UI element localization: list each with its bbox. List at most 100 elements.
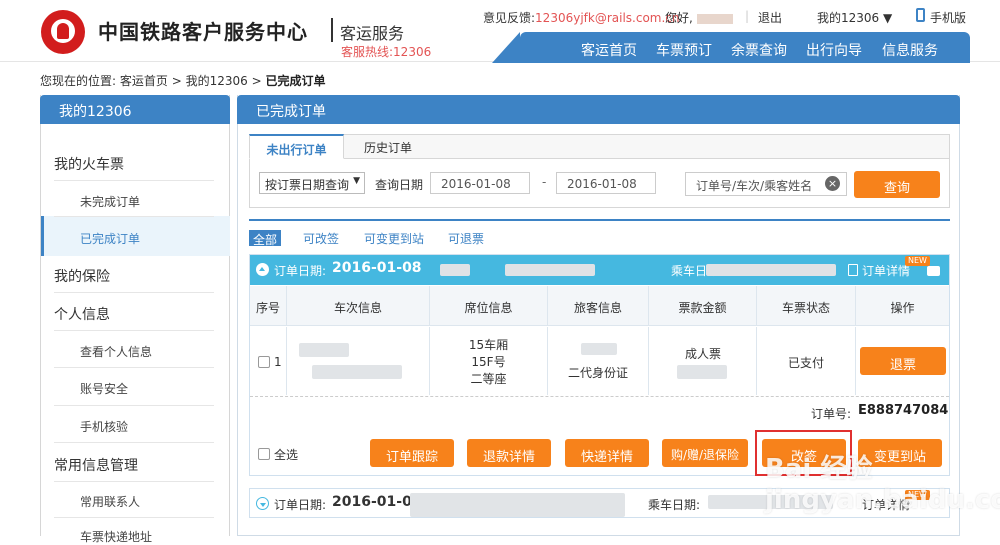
dashed-divider (250, 396, 949, 397)
greeting-label: 您好, (665, 11, 693, 25)
username-blurred (696, 13, 733, 24)
order-tracking-button[interactable]: 订单跟踪 (370, 439, 454, 467)
brand-title: 中国铁路客户服务中心 (98, 20, 308, 44)
new-badge: NEW (905, 256, 930, 266)
breadcrumb-home[interactable]: 客运首页 (120, 74, 168, 88)
collapse-icon[interactable] (256, 263, 269, 276)
seat-info-cell: 15车厢 15F号 二等座 (430, 327, 548, 395)
seat-car: 15车厢 (468, 338, 509, 352)
blurred-text (677, 365, 727, 379)
sidebar: 我的12306 我的火车票 未完成订单 已完成订单 我的保险 个人信息 查看个人… (40, 95, 230, 544)
nav-ticket-query[interactable]: 余票查询 (731, 40, 787, 60)
order-no: E888747084 (858, 403, 949, 418)
end-date-input[interactable]: 2016-01-08 (556, 172, 656, 194)
passenger-id-type: 二代身份证 (567, 366, 628, 380)
order-detail-link[interactable]: 订单详情 (862, 262, 910, 279)
logout-link[interactable]: 退出 (758, 9, 782, 26)
query-type-value: 按订票日期查询 (265, 178, 350, 192)
breadcrumb-current: 已完成订单 (265, 74, 326, 88)
order2-date: 2016-01-0 (332, 494, 412, 510)
main-nav: 客运首页 车票预订 余票查询 出行向导 信息服务 (492, 32, 970, 63)
sidebar-item-view-profile[interactable]: 查看个人信息 (80, 343, 152, 360)
filter-change-station[interactable]: 可变更到站 (364, 230, 424, 247)
order-tabs: 未出行订单 历史订单 (249, 134, 950, 159)
watermark: Bai 经验 jingyan.baidu.com (765, 454, 1000, 515)
order-header: 订单日期: 2016-01-08 乘车日期: 订单详情 NEW (250, 255, 949, 285)
table-row-index: 1 (250, 327, 287, 395)
start-date-input[interactable]: 2016-01-08 (430, 172, 530, 194)
breadcrumb-prefix: 您现在的位置: (40, 74, 117, 88)
blurred-text (706, 264, 836, 276)
blurred-text (505, 264, 595, 276)
row-checkbox[interactable] (258, 356, 270, 368)
nav-booking[interactable]: 车票预订 (656, 40, 712, 60)
sidebar-item-account-security[interactable]: 账号安全 (80, 380, 128, 397)
train-info-cell (287, 327, 430, 395)
sidebar-item-contacts[interactable]: 常用联系人 (80, 493, 140, 510)
railway-logo-icon[interactable] (41, 10, 85, 54)
main-title: 已完成订单 (237, 95, 960, 124)
breadcrumb-sep: > (251, 74, 262, 88)
order-date: 2016-01-08 (332, 260, 422, 276)
document-icon (848, 264, 858, 276)
search-input[interactable]: 订单号/车次/乘客姓名 × (685, 172, 847, 196)
seat-number: 15F号 (471, 355, 506, 369)
sidebar-cat-tickets[interactable]: 我的火车票 (54, 154, 124, 174)
sidebar-item-unfinished-orders[interactable]: 未完成订单 (80, 193, 140, 210)
top-divider: | (745, 9, 750, 23)
passenger-cell: 二代身份证 (548, 327, 649, 395)
breadcrumb: 您现在的位置: 客运首页 > 我的12306 > 已完成订单 (40, 72, 326, 89)
select-all-checkbox[interactable] (258, 448, 270, 460)
refund-detail-button[interactable]: 退款详情 (467, 439, 551, 467)
date-range-dash: - (542, 175, 547, 189)
breadcrumb-my12306[interactable]: 我的12306 (186, 74, 248, 88)
sidebar-item-delivery-address[interactable]: 车票快递地址 (80, 528, 152, 545)
action-cell: 退票 (856, 327, 949, 395)
order2-date-label: 订单日期: (274, 498, 327, 512)
sidebar-item-completed-orders[interactable]: 已完成订单 (80, 230, 140, 247)
filter-refundable[interactable]: 可退票 (448, 230, 484, 247)
col-seat-info: 席位信息 (430, 286, 548, 326)
sidebar-cat-personal-info[interactable]: 个人信息 (54, 304, 110, 324)
row-number: 1 (274, 355, 282, 369)
nav-info-service[interactable]: 信息服务 (882, 40, 938, 60)
feedback-email-link[interactable]: 12306yjfk@rails.com.cn (535, 11, 679, 25)
status-cell: 已支付 (757, 327, 856, 395)
blurred-text (312, 365, 402, 379)
seat-class: 二等座 (470, 372, 507, 386)
clear-icon[interactable]: × (825, 176, 840, 191)
col-passenger-info: 旅客信息 (548, 286, 649, 326)
sidebar-title: 我的12306 (40, 95, 230, 124)
tab-history-orders[interactable]: 历史订单 (364, 134, 412, 159)
nav-home[interactable]: 客运首页 (581, 40, 637, 60)
tab-upcoming-orders[interactable]: 未出行订单 (249, 134, 344, 159)
feedback: 意见反馈:12306yjfk@rails.com.cn (483, 9, 680, 26)
order2-ride-date-label: 乘车日期: (648, 498, 701, 512)
order-no-label: 订单号: (811, 407, 852, 421)
blurred-text (581, 343, 617, 355)
mobile-version-link[interactable]: 手机版 (930, 9, 966, 26)
filter-changeable[interactable]: 可改签 (303, 230, 339, 247)
brand-divider (331, 18, 333, 42)
insurance-button[interactable]: 购/赠/退保险 (662, 439, 748, 467)
sidebar-cat-insurance[interactable]: 我的保险 (54, 266, 110, 286)
my12306-dropdown[interactable]: 我的12306 ▼ (817, 9, 892, 26)
sidebar-item-phone-verify[interactable]: 手机核验 (80, 418, 128, 435)
fare-cell: 成人票 (649, 327, 757, 395)
greeting: 您好, (665, 9, 733, 26)
chevron-down-icon: ▼ (353, 176, 360, 186)
col-action: 操作 (856, 286, 949, 326)
col-fare: 票款金额 (649, 286, 757, 326)
filter-all[interactable]: 全部 (249, 230, 281, 247)
print-icon[interactable] (927, 266, 940, 276)
feedback-label: 意见反馈: (483, 11, 536, 25)
query-button[interactable]: 查询 (854, 171, 940, 198)
express-detail-button[interactable]: 快递详情 (565, 439, 649, 467)
query-type-select[interactable]: 按订票日期查询 ▼ (259, 172, 365, 194)
col-index: 序号 (250, 286, 287, 326)
sidebar-cat-common-info[interactable]: 常用信息管理 (54, 455, 138, 475)
nav-travel-guide[interactable]: 出行向导 (806, 40, 862, 60)
query-date-label: 查询日期 (375, 178, 424, 192)
refund-button[interactable]: 退票 (860, 347, 946, 375)
expand-icon[interactable] (256, 497, 269, 510)
